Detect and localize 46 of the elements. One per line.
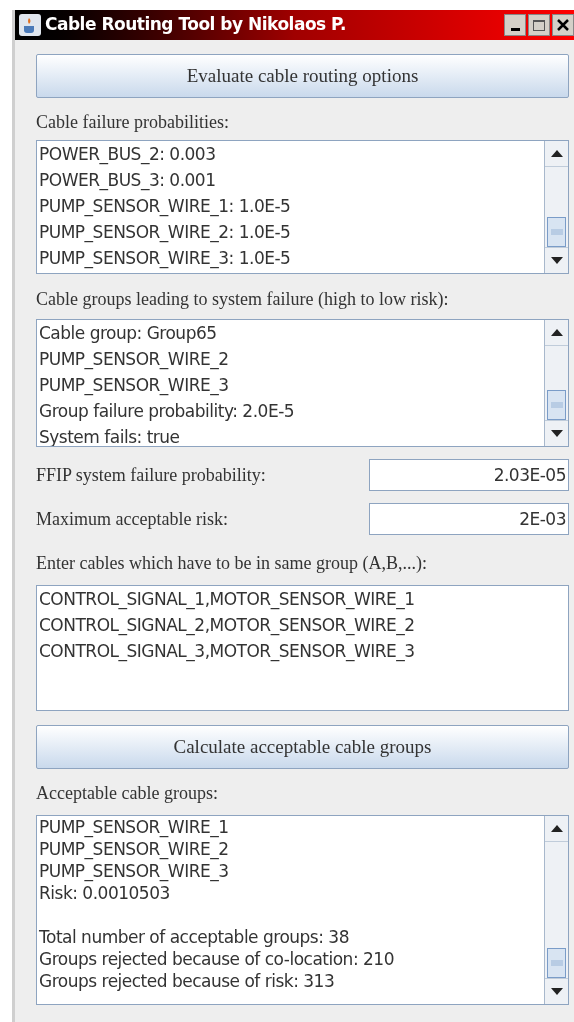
- scroll-bar[interactable]: [544, 141, 568, 273]
- output-list[interactable]: POWER_BUS_2: 0.003 POWER_BUS_3: 0.001 PUMP_SENSOR_WIRE_1: 1.0E-5 PUMP_SENSOR_WIRE_2: 1.0E-5 PUMP_SENSOR_WIRE_3: 1.0E-5: [36, 140, 569, 274]
- section-label: Cable failure probabilities:: [36, 111, 230, 134]
- action-button[interactable]: Calculate acceptable cable groups: [36, 725, 569, 769]
- close-button[interactable]: [552, 14, 574, 36]
- list-line: PUMP_SENSOR_WIRE_3: 1.0E-5: [39, 247, 292, 271]
- list-line: PUMP_SENSOR_WIRE_2: [39, 838, 230, 860]
- list-line: PUMP_SENSOR_WIRE_2: 1.0E-5: [39, 221, 292, 245]
- window-title: Cable Routing Tool by Nikolaos P.: [45, 13, 346, 37]
- close-icon: [557, 19, 569, 31]
- list-line: POWER_BUS_3: 0.001: [39, 169, 217, 193]
- list-line: Cable group: Group65: [39, 322, 218, 345]
- output-list[interactable]: Cable group: Group65 PUMP_SENSOR_WIRE_2 PUMP_SENSOR_WIRE_3 Group failure probability: 2.0E-5 System fails: true: [36, 319, 569, 447]
- value-field[interactable]: 2E-03: [369, 503, 569, 535]
- list-line: System fails: true: [39, 426, 181, 446]
- section-label: Cable groups leading to system failure (high to low risk):: [36, 288, 450, 311]
- value-field[interactable]: 2.03E-05: [369, 459, 569, 491]
- list-line: Total number of acceptable groups: 38: [39, 926, 350, 948]
- section-label: Enter cables which have to be in same group (A,B,...):: [36, 552, 428, 575]
- maximize-button[interactable]: [528, 14, 550, 36]
- list-line: Group failure probability: 2.0E-5: [39, 400, 296, 423]
- list-line: Risk: 0.0010503: [39, 882, 171, 904]
- minimize-button[interactable]: [504, 14, 526, 36]
- field-label: FFIP system failure probability:: [36, 463, 267, 487]
- list-line: Groups rejected because of risk: 313: [39, 970, 336, 992]
- list-line: PUMP_SENSOR_WIRE_3: [39, 374, 230, 398]
- section-label: Acceptable cable groups:: [36, 782, 219, 805]
- list-line: CONTROL_SIGNAL_2,MOTOR_SENSOR_WIRE_2: [39, 614, 416, 638]
- scroll-thumb[interactable]: [547, 390, 566, 420]
- list-line: PUMP_SENSOR_WIRE_3: [39, 860, 230, 882]
- scroll-bar[interactable]: [544, 320, 568, 446]
- action-button[interactable]: Evaluate cable routing options: [36, 54, 569, 98]
- scroll-thumb[interactable]: [547, 948, 566, 978]
- scroll-bar[interactable]: [544, 816, 568, 1004]
- list-line: PUMP_SENSOR_WIRE_2: [39, 348, 230, 372]
- output-list[interactable]: PUMP_SENSOR_WIRE_1 PUMP_SENSOR_WIRE_2 PUMP_SENSOR_WIRE_3 Risk: 0.0010503 Total number of acceptable groups: 38 Groups rejected because of co-location: 210 Groups rejected because of risk: 313: [36, 815, 569, 1005]
- list-line: CONTROL_SIGNAL_1,MOTOR_SENSOR_WIRE_1: [39, 588, 416, 612]
- list-line: PUMP_SENSOR_WIRE_1: [39, 816, 230, 838]
- list-line: POWER_BUS_2: 0.003: [39, 143, 217, 167]
- cables-text-area[interactable]: CONTROL_SIGNAL_1,MOTOR_SENSOR_WIRE_1 CONTROL_SIGNAL_2,MOTOR_SENSOR_WIRE_2 CONTROL_SIGNAL_3,MOTOR_SENSOR_WIRE_3: [36, 585, 569, 711]
- coffee-cup-icon: [19, 14, 41, 36]
- list-line: Groups rejected because of co-location: 210: [39, 948, 395, 970]
- list-line: CONTROL_SIGNAL_3,MOTOR_SENSOR_WIRE_3: [39, 640, 416, 664]
- scroll-thumb[interactable]: [547, 217, 566, 247]
- list-line: PUMP_SENSOR_WIRE_1: 1.0E-5: [39, 195, 292, 219]
- field-label: Maximum acceptable risk:: [36, 507, 229, 531]
